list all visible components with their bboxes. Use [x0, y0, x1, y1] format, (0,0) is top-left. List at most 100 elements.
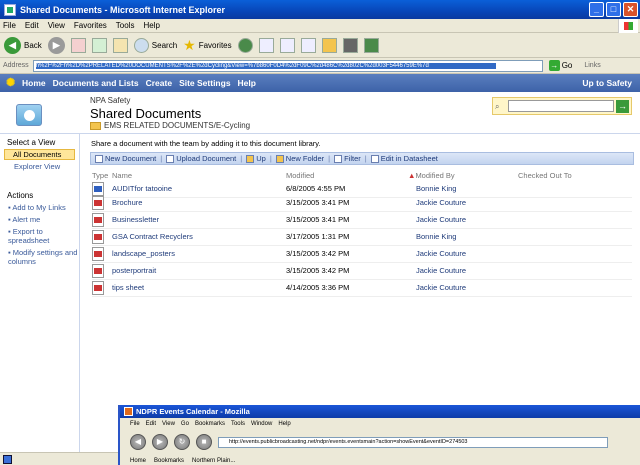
favorites-button[interactable]: ★ Favorites: [183, 37, 231, 54]
new-folder-icon: [275, 154, 284, 163]
moz-reload-button[interactable]: ↻: [174, 434, 190, 450]
col-modified-by[interactable]: ▲Modified By: [408, 171, 455, 180]
moz-stop-button[interactable]: ■: [196, 434, 212, 450]
upload-icon: [166, 154, 175, 163]
upload-document-button[interactable]: Upload Document: [166, 154, 236, 163]
doc-modified-by[interactable]: Bonnie King: [416, 184, 456, 193]
moz-back-button[interactable]: ◀: [130, 434, 146, 450]
mozilla-title: NDPR Events Calendar - Mozilla: [136, 407, 250, 416]
mail-icon[interactable]: [258, 37, 274, 53]
col-checked-out-to[interactable]: Checked Out To: [518, 171, 572, 180]
menu-favorites[interactable]: Favorites: [74, 21, 107, 30]
stop-icon[interactable]: [70, 37, 86, 53]
doc-name[interactable]: landscape_posters: [112, 249, 175, 258]
menu-file[interactable]: File: [3, 21, 16, 30]
refresh-icon[interactable]: [91, 37, 107, 53]
doc-modified: 3/15/2005 3:42 PM: [286, 249, 350, 258]
search-go-button[interactable]: →: [616, 99, 629, 113]
moz-bookmark-bookmarks[interactable]: Bookmarks: [154, 458, 184, 464]
minimize-button[interactable]: _: [589, 2, 604, 17]
doc-modified-by[interactable]: Bonnie King: [416, 232, 456, 241]
doc-modified-by[interactable]: Jackie Couture: [416, 249, 466, 258]
site-logo-icon: [16, 104, 42, 126]
nav-documents-and-lists[interactable]: Documents and Lists: [53, 78, 139, 88]
table-row[interactable]: Brochure 3/15/2005 3:41 PM Jackie Coutur…: [92, 196, 632, 212]
moz-forward-button[interactable]: ▶: [152, 434, 168, 450]
menu-edit[interactable]: Edit: [25, 21, 39, 30]
nav-help[interactable]: Help: [238, 78, 256, 88]
table-row[interactable]: Businessletter 3/15/2005 3:41 PM Jackie …: [92, 213, 632, 229]
moz-menu-view[interactable]: View: [162, 421, 175, 427]
nav-home[interactable]: Home: [22, 78, 46, 88]
moz-menu-bookmarks[interactable]: Bookmarks: [195, 421, 225, 427]
moz-menu-tools[interactable]: Tools: [231, 421, 245, 427]
table-row[interactable]: posterportrait 3/15/2005 3:42 PM Jackie …: [92, 264, 632, 280]
doc-modified-by[interactable]: Jackie Couture: [416, 215, 466, 224]
table-row[interactable]: landscape_posters 3/15/2005 3:42 PM Jack…: [92, 247, 632, 263]
doc-name[interactable]: AUDITfor tatooine: [112, 184, 172, 193]
messenger-icon[interactable]: [342, 37, 358, 53]
moz-menu-window[interactable]: Window: [251, 421, 272, 427]
back-button[interactable]: ◀ Back: [4, 36, 42, 54]
col-modified[interactable]: Modified: [286, 171, 314, 180]
doc-name[interactable]: tips sheet: [112, 283, 144, 292]
library-description: Share a document with the team by adding…: [91, 139, 321, 148]
star-icon: ★: [183, 36, 196, 53]
go-button[interactable]: → Go: [548, 60, 572, 71]
col-type[interactable]: Type: [92, 171, 108, 180]
window-titlebar: Shared Documents - Microsoft Internet Ex…: [0, 0, 640, 19]
search-label: Search: [151, 40, 178, 50]
doc-modified-by[interactable]: Jackie Couture: [416, 283, 466, 292]
home-icon[interactable]: [112, 37, 128, 53]
doc-name[interactable]: Brochure: [112, 198, 142, 207]
page-title: Shared Documents: [90, 106, 202, 121]
site-name[interactable]: NPA Safety: [90, 96, 130, 105]
history-icon[interactable]: [237, 37, 253, 53]
view-all-documents[interactable]: All Documents: [4, 149, 75, 160]
links-button[interactable]: Links: [584, 62, 600, 69]
doc-name[interactable]: Businessletter: [112, 215, 159, 224]
new-folder-button[interactable]: New Folder: [275, 154, 324, 163]
menu-view[interactable]: View: [48, 21, 65, 30]
menu-tools[interactable]: Tools: [116, 21, 135, 30]
col-name[interactable]: Name: [112, 171, 132, 180]
up-to-safety-link[interactable]: Up to Safety: [582, 78, 632, 88]
doc-name[interactable]: GSA Contract Recyclers: [112, 232, 193, 241]
nav-site-settings[interactable]: Site Settings: [179, 78, 230, 88]
moz-url-input[interactable]: http://events.publicbroadcasting.net/ndp…: [218, 436, 608, 448]
up-button[interactable]: Up: [246, 154, 266, 163]
print-icon[interactable]: [279, 37, 295, 53]
table-row[interactable]: GSA Contract Recyclers 3/17/2005 1:31 PM…: [92, 230, 632, 246]
search-input[interactable]: [508, 100, 614, 112]
doc-name[interactable]: posterportrait: [112, 266, 156, 275]
search-button[interactable]: Search: [133, 37, 178, 53]
close-button[interactable]: ✕: [623, 2, 638, 17]
forward-button[interactable]: ▶: [47, 36, 65, 54]
action-export-to-spreadsheet[interactable]: ▪ Export to spreadsheet: [0, 227, 79, 245]
filter-button[interactable]: Filter: [334, 154, 361, 163]
research-icon[interactable]: [363, 37, 379, 53]
moz-bookmark-home[interactable]: Home: [130, 458, 146, 464]
table-row[interactable]: tips sheet 4/14/2005 3:36 PM Jackie Cout…: [92, 281, 632, 297]
address-input[interactable]: h%2F%2Fh%2D%2PRELATED%20DOCUMENTS%2F%2E%…: [32, 59, 543, 72]
action-modify-settings[interactable]: ▪ Modify settings and columns: [0, 248, 79, 266]
new-document-button[interactable]: New Document: [95, 154, 156, 163]
maximize-button[interactable]: □: [606, 2, 621, 17]
menu-help[interactable]: Help: [143, 21, 159, 30]
folder-icon[interactable]: [321, 37, 337, 53]
doc-modified-by[interactable]: Jackie Couture: [416, 198, 466, 207]
moz-bookmark-northern-plain[interactable]: Northern Plain...: [192, 458, 235, 464]
view-explorer[interactable]: Explorer View: [0, 162, 79, 171]
search-box: ⌕ →: [492, 97, 632, 115]
doc-modified-by[interactable]: Jackie Couture: [416, 266, 466, 275]
nav-create[interactable]: Create: [146, 78, 172, 88]
moz-menu-help[interactable]: Help: [278, 421, 290, 427]
moz-menu-edit[interactable]: Edit: [146, 421, 156, 427]
edit-icon[interactable]: [300, 37, 316, 53]
moz-menu-go[interactable]: Go: [181, 421, 189, 427]
edit-in-datasheet-button[interactable]: Edit in Datasheet: [370, 154, 438, 163]
new-document-icon: [95, 154, 103, 163]
action-alert-me[interactable]: ▪ Alert me: [0, 215, 79, 224]
action-add-to-my-links[interactable]: ▪ Add to My Links: [0, 203, 79, 212]
moz-menu-file[interactable]: File: [130, 421, 140, 427]
